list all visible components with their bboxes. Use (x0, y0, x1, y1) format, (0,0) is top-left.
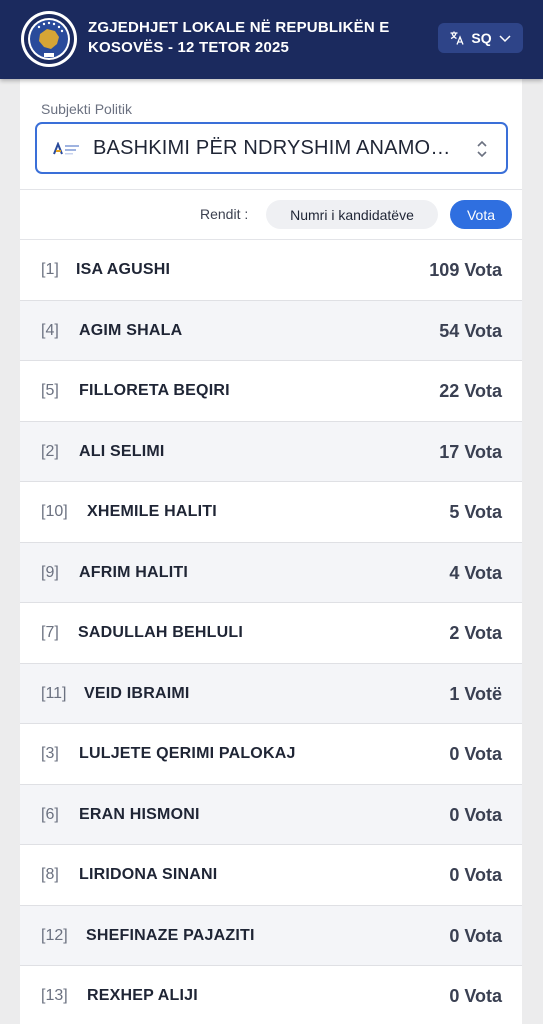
candidate-name: SADULLAH BEHLULI (78, 624, 243, 641)
candidate-name: XHEMILE HALITI (87, 503, 217, 520)
candidate-name: ALI SELIMI (79, 442, 165, 460)
candidate-number: [13] (41, 987, 68, 1004)
party-logo-icon (53, 142, 79, 155)
candidate-number: [9] (41, 563, 59, 581)
candidate-votes: 22 Vota (439, 381, 502, 401)
results-card: Subjekti Politik BASHKIMI PËR NDRYSHIM A… (20, 79, 522, 1024)
candidate-name: VEID IBRAIMI (84, 684, 190, 702)
candidate-number: [6] (41, 805, 59, 823)
candidate-row[interactable]: [1] ISA AGUSHI 109 Vota (20, 240, 522, 301)
sort-by-candidate-number-button[interactable]: Numri i kandidatëve (266, 200, 438, 229)
candidate-votes: 2 Vota (449, 623, 502, 643)
candidate-name: LIRIDONA SINANI (79, 866, 218, 883)
candidate-votes: 1 Votë (449, 683, 502, 704)
candidate-number: [2] (41, 442, 59, 460)
candidate-votes: 4 Vota (449, 562, 502, 583)
candidate-name: FILLORETA BEQIRI (79, 382, 230, 399)
candidate-name: SHEFINAZE PAJAZITI (86, 926, 255, 944)
candidate-number: [3] (41, 745, 59, 762)
candidate-name: AFRIM HALITI (79, 563, 189, 581)
kqz-logo-icon (21, 11, 77, 67)
candidate-name: AGIM SHALA (79, 321, 183, 339)
candidate-name: REXHEP ALIJI (87, 987, 198, 1004)
app-header: ZGJEDHJET LOKALE NË REPUBLIKËN E KOSOVËS… (0, 0, 543, 79)
party-label: Subjekti Politik (41, 101, 133, 117)
sort-by-votes-button[interactable]: Vota (450, 200, 512, 229)
candidate-number: [5] (41, 382, 59, 399)
candidate-name: ERAN HISMONI (79, 805, 200, 823)
candidate-number: [12] (41, 926, 68, 944)
candidate-row[interactable]: [12] SHEFINAZE PAJAZITI 0 Vota (20, 905, 522, 966)
candidate-number: [1] (41, 261, 59, 278)
candidate-row[interactable]: [2] ALI SELIMI 17 Vota (20, 421, 522, 482)
candidate-number: [8] (41, 866, 59, 883)
candidate-votes: 0 Vota (449, 986, 502, 1006)
candidate-votes: 0 Vota (449, 744, 502, 764)
candidate-number: [4] (41, 321, 59, 339)
language-selector[interactable]: SQ (438, 23, 523, 53)
candidate-votes: 0 Vota (449, 865, 502, 885)
candidate-row[interactable]: [9] AFRIM HALITI 4 Vota (20, 542, 522, 603)
candidate-row[interactable]: [7] SADULLAH BEHLULI 2 Vota (20, 603, 522, 664)
candidate-votes: 0 Vota (449, 804, 502, 825)
candidate-number: [10] (41, 503, 68, 520)
candidate-row[interactable]: [11] VEID IBRAIMI 1 Votë (20, 663, 522, 724)
divider (20, 189, 522, 190)
candidate-votes: 0 Vota (449, 925, 502, 946)
candidate-name: ISA AGUSHI (76, 261, 171, 278)
candidate-votes: 17 Vota (439, 441, 502, 462)
sort-label: Rendit : (200, 206, 249, 222)
chevron-down-icon (499, 35, 511, 43)
translate-icon (450, 31, 464, 45)
party-select[interactable]: BASHKIMI PËR NDRYSHIM ANAMORAVA (35, 122, 508, 174)
candidate-number: [7] (41, 624, 59, 641)
candidate-number: [11] (41, 684, 67, 702)
candidate-name: LULJETE QERIMI PALOKAJ (79, 745, 296, 762)
candidate-row[interactable]: [6] ERAN HISMONI 0 Vota (20, 784, 522, 845)
select-arrows-icon (477, 140, 487, 158)
candidate-row[interactable]: [3] LULJETE QERIMI PALOKAJ 0 Vota (20, 724, 522, 785)
candidate-votes: 54 Vota (439, 320, 502, 341)
candidate-row[interactable]: [13] REXHEP ALIJI 0 Vota (20, 966, 522, 1024)
language-code: SQ (471, 30, 492, 46)
candidate-row[interactable]: [5] FILLORETA BEQIRI 22 Vota (20, 361, 522, 422)
candidate-list: [1] ISA AGUSHI 109 Vota [4] AGIM SHALA 5… (20, 240, 522, 1024)
candidate-row[interactable]: [8] LIRIDONA SINANI 0 Vota (20, 845, 522, 906)
candidate-votes: 109 Vota (429, 260, 502, 280)
party-select-value: BASHKIMI PËR NDRYSHIM ANAMORAVA (93, 137, 463, 159)
candidate-votes: 5 Vota (449, 502, 502, 522)
page-title: ZGJEDHJET LOKALE NË REPUBLIKËN E KOSOVËS… (88, 19, 390, 56)
candidate-row[interactable]: [4] AGIM SHALA 54 Vota (20, 300, 522, 361)
candidate-row[interactable]: [10] XHEMILE HALITI 5 Vota (20, 482, 522, 543)
